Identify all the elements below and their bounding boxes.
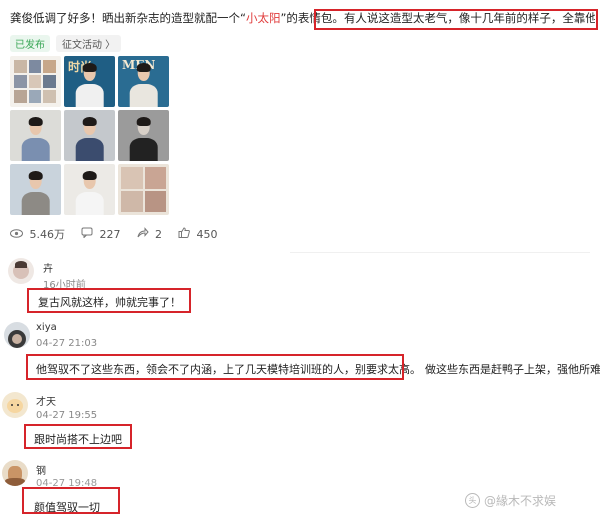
shares-count: 2 xyxy=(155,228,162,241)
avatar-comment-4[interactable] xyxy=(2,460,28,486)
likes-stat[interactable]: 450 xyxy=(178,227,218,241)
eye-icon xyxy=(10,228,27,241)
comment-icon[interactable] xyxy=(81,227,97,241)
image-grid[interactable]: 时尚 MEN xyxy=(10,56,170,219)
grid-image-4[interactable] xyxy=(10,110,61,161)
likes-count: 450 xyxy=(196,228,218,241)
avatar-comment-3[interactable] xyxy=(2,392,28,418)
grid-image-9[interactable] xyxy=(118,164,169,215)
comment-2-text-extra: 做这些东西是赶鸭子上架，强他所难 xyxy=(425,363,600,376)
highlight-box-comment-2 xyxy=(26,354,404,380)
grid-image-8[interactable] xyxy=(64,164,115,215)
grid-image-5[interactable] xyxy=(64,110,115,161)
views-count: 5.46万 xyxy=(29,228,66,241)
grid-image-1[interactable] xyxy=(10,56,61,107)
comment-4-username[interactable]: 钢 xyxy=(36,462,46,477)
post-text-highlight: 小太阳 xyxy=(245,11,281,25)
comment-3-time: 04-27 19:55 xyxy=(36,410,98,421)
grid-image-2[interactable]: 时尚 xyxy=(64,56,115,107)
post-text-part1: 龚俊低调了好多！晒出新杂志的造型就配一个“ xyxy=(10,11,246,25)
watermark-logo-icon: 头 xyxy=(465,493,480,508)
comment-3-username[interactable]: 才天 xyxy=(36,393,56,408)
comment-1-username[interactable]: 卉 xyxy=(43,260,53,275)
highlight-box-comment-4 xyxy=(22,487,120,514)
views-stat: 5.46万 xyxy=(10,226,65,242)
avatar-comment-2[interactable] xyxy=(4,322,30,348)
grid-image-7[interactable] xyxy=(10,164,61,215)
watermark: 头 @緣木不求娱 xyxy=(465,492,556,509)
published-tag: 已发布 xyxy=(10,35,50,52)
comments-stat[interactable]: 227 xyxy=(81,227,121,241)
grid-image-6[interactable] xyxy=(118,110,169,161)
watermark-text: @緣木不求娱 xyxy=(484,494,557,508)
stats-bar: 5.46万 227 2 450 xyxy=(10,226,218,242)
comment-2-time: 04-27 21:03 xyxy=(36,338,98,349)
comments-count: 227 xyxy=(99,228,121,241)
grid-image-3[interactable]: MEN xyxy=(118,56,169,107)
avatar-comment-1[interactable] xyxy=(8,258,34,284)
highlight-box-comment-3 xyxy=(24,424,132,449)
tag-row: 已发布 征文活动 〉 xyxy=(10,35,122,52)
thumbs-up-icon[interactable] xyxy=(178,227,194,241)
divider xyxy=(290,252,590,253)
share-icon[interactable] xyxy=(137,227,153,241)
shares-stat[interactable]: 2 xyxy=(137,227,162,241)
activity-tag-link[interactable]: 征文活动 〉 xyxy=(56,35,122,52)
highlight-box-comment-1 xyxy=(27,288,191,313)
comment-2-username[interactable]: xiya xyxy=(36,322,57,333)
highlight-box-post xyxy=(314,9,598,30)
